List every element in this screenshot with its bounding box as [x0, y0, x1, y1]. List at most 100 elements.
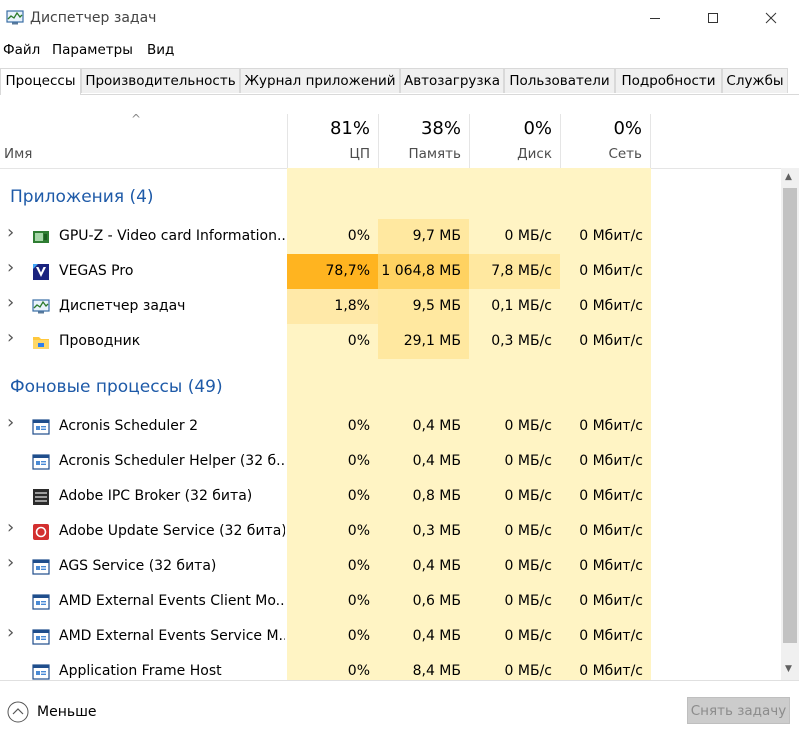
cell-disk: 0 МБ/с [504, 453, 552, 469]
tab-app-history[interactable]: Журнал приложений [240, 68, 400, 93]
cell-cpu: 0% [347, 333, 370, 349]
process-name: Adobe IPC Broker (32 бита) [59, 488, 253, 504]
process-name: Acronis Scheduler Helper (32 б... [59, 453, 285, 469]
column-header-network[interactable]: 0% Сеть [560, 114, 651, 168]
cell-net: 0 Мбит/с [579, 333, 643, 349]
process-name: AMD External Events Service M... [59, 628, 285, 644]
cell-mem: 0,3 МБ [412, 523, 461, 539]
expand-chevron-icon[interactable]: › [7, 257, 14, 278]
process-name: AMD External Events Client Mo... [59, 593, 285, 609]
close-button[interactable] [748, 6, 794, 32]
cell-disk: 0 МБ/с [504, 418, 552, 434]
table-row[interactable]: › GPU-Z - Video card Information... 0% 9,7 … [0, 219, 781, 254]
maximize-button[interactable] [690, 6, 736, 32]
cell-cpu: 1,8% [287, 289, 378, 324]
tab-startup[interactable]: Автозагрузка [400, 68, 504, 93]
cell-net: 0 Мбит/с [579, 298, 643, 314]
table-row[interactable]: › Adobe Update Service (32 бита) 0% 0,3 МБ 0… [0, 514, 781, 549]
cell-net: 0 Мбит/с [579, 523, 643, 539]
disk-label: Диск [517, 146, 552, 162]
process-name: AGS Service (32 бита) [59, 558, 217, 574]
group-background[interactable]: Фоновые процессы (49) [10, 377, 223, 397]
expand-chevron-icon[interactable]: › [7, 222, 14, 243]
cell-cpu: 0% [347, 628, 370, 644]
column-header-memory[interactable]: 38% Память [378, 114, 469, 168]
group-apps[interactable]: Приложения (4) [10, 187, 154, 207]
cell-disk: 0,3 МБ/с [491, 333, 552, 349]
cell-disk: 0,1 МБ/с [491, 298, 552, 314]
vertical-scrollbar[interactable]: ▲ ▼ [781, 168, 799, 680]
process-name: GPU-Z - Video card Information... [59, 228, 285, 244]
expand-chevron-icon[interactable]: › [7, 552, 14, 573]
title-bar: Диспетчер задач [0, 0, 799, 38]
table-row[interactable]: Acronis Scheduler Helper (32 б... 0% 0,4 М… [0, 444, 781, 479]
cell-mem: 1 064,8 МБ [378, 254, 469, 289]
table-row[interactable]: › AGS Service (32 бита) 0% 0,4 МБ 0 МБ/с 0 Мб… [0, 549, 781, 584]
expand-chevron-icon[interactable]: › [7, 327, 14, 348]
tab-performance[interactable]: Производительность [81, 68, 240, 93]
table-row[interactable]: AMD External Events Client Mo... 0% 0,6 МБ… [0, 584, 781, 619]
window-app-icon [32, 419, 50, 435]
tab-details[interactable]: Подробности [615, 68, 722, 93]
cell-cpu: 0% [347, 453, 370, 469]
expand-chevron-icon[interactable]: › [7, 517, 14, 538]
cell-disk: 0 МБ/с [504, 523, 552, 539]
cell-cpu: 0% [347, 558, 370, 574]
minimize-button[interactable] [632, 6, 678, 32]
process-name: Acronis Scheduler 2 [59, 418, 198, 434]
cell-mem: 9,7 МБ [378, 219, 469, 254]
cell-net: 0 Мбит/с [579, 558, 643, 574]
table-row[interactable]: › Диспетчер задач 1,8% 9,5 МБ 0,1 МБ/с 0 Мбит… [0, 289, 781, 324]
tab-services[interactable]: Службы [722, 68, 788, 93]
tab-bar: Процессы Производительность Журнал прило… [0, 68, 799, 95]
chevron-up-circle-icon[interactable] [7, 701, 29, 723]
cell-disk: 0 МБ/с [504, 558, 552, 574]
process-name: VEGAS Pro [59, 263, 134, 279]
cell-net: 0 Мбит/с [579, 228, 643, 244]
cpu-total: 81% [329, 118, 370, 139]
table-row[interactable]: › Проводник 0% 29,1 МБ 0,3 МБ/с 0 Мбит/с [0, 324, 781, 359]
window-app-icon [32, 559, 50, 575]
cell-net: 0 Мбит/с [579, 488, 643, 504]
tab-processes[interactable]: Процессы [0, 68, 81, 95]
menu-file[interactable]: Файл [3, 42, 40, 58]
footer: Меньше Снять задачу [0, 680, 799, 733]
adobe-ipc-icon [33, 489, 49, 505]
network-total: 0% [613, 118, 642, 139]
column-header-disk[interactable]: 0% Диск [469, 114, 560, 168]
scroll-down-icon[interactable]: ▼ [785, 664, 792, 674]
table-row[interactable]: › Acronis Scheduler 2 0% 0,4 МБ 0 МБ/с 0 Мбит… [0, 409, 781, 444]
cpu-label: ЦП [349, 146, 370, 162]
cell-mem: 0,4 МБ [412, 558, 461, 574]
scrollbar-thumb[interactable] [783, 188, 797, 643]
cell-mem: 0,6 МБ [412, 593, 461, 609]
expand-chevron-icon[interactable]: › [7, 412, 14, 433]
menu-bar: Файл Параметры Вид [0, 40, 799, 60]
cell-net: 0 Мбит/с [579, 593, 643, 609]
memory-label: Память [408, 146, 461, 162]
cell-net: 0 Мбит/с [579, 453, 643, 469]
cell-net: 0 Мбит/с [579, 263, 643, 279]
process-name: Проводник [59, 333, 141, 349]
expand-chevron-icon[interactable]: › [7, 622, 14, 643]
table-row[interactable]: › VEGAS Pro 78,7% 1 064,8 МБ 7,8 МБ/с 0 Мбит/… [0, 254, 781, 289]
cell-disk: 0 МБ/с [504, 593, 552, 609]
cell-mem: 0,4 МБ [412, 628, 461, 644]
cell-mem: 9,5 МБ [378, 289, 469, 324]
tab-users[interactable]: Пользователи [504, 68, 615, 93]
menu-options[interactable]: Параметры [52, 42, 133, 58]
table-row[interactable]: › AMD External Events Service M... 0% 0,4 М… [0, 619, 781, 654]
cell-cpu: 0% [347, 523, 370, 539]
end-task-button[interactable]: Снять задачу [687, 697, 790, 724]
window-app-icon [32, 629, 50, 645]
cell-cpu: 0% [347, 418, 370, 434]
table-row[interactable]: Adobe IPC Broker (32 бита) 0% 0,8 МБ 0 МБ/с… [0, 479, 781, 514]
expand-chevron-icon[interactable]: › [7, 292, 14, 313]
cell-mem: 0,4 МБ [412, 453, 461, 469]
scroll-up-icon[interactable]: ▲ [785, 172, 792, 182]
menu-view[interactable]: Вид [147, 42, 174, 58]
fewer-details-button[interactable]: Меньше [37, 704, 97, 720]
process-name: Диспетчер задач [59, 298, 186, 314]
column-header-cpu[interactable]: 81% ЦП [287, 114, 378, 168]
folder-icon [33, 337, 49, 349]
